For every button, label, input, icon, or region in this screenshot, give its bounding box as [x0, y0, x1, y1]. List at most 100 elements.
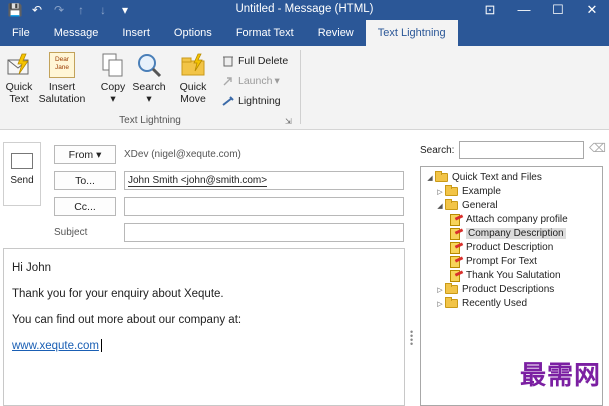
tree-item-company-description[interactable]: Company Description	[449, 227, 566, 240]
expand-arrow-icon[interactable]: ▷	[435, 286, 445, 294]
subject-field[interactable]	[124, 223, 404, 242]
arrow-up-icon[interactable]: ↑	[70, 3, 92, 17]
tree-node-label: Example	[462, 186, 501, 197]
salutation-icon: Dear Jane	[49, 52, 75, 78]
quick-access-toolbar: 💾 ↶ ↷ ↑ ↓ ▾	[4, 3, 136, 17]
quick-move-button[interactable]: Quick Move	[174, 52, 212, 105]
quick-text-item-icon	[449, 270, 463, 282]
minimize-button[interactable]: —	[507, 0, 541, 20]
insert-salutation-button[interactable]: Dear Jane Insert Salutation	[36, 52, 88, 105]
tree-node-recently-used[interactable]: ▷ Recently Used	[435, 297, 527, 310]
from-button[interactable]: From ▾	[54, 145, 116, 164]
delete-icon	[223, 56, 233, 67]
cc-field[interactable]	[124, 197, 404, 216]
cc-button[interactable]: Cc...	[54, 197, 116, 216]
send-envelope-icon	[11, 153, 33, 169]
to-button[interactable]: To...	[54, 171, 116, 190]
tree-item-thank-you-salutation[interactable]: Thank You Salutation	[449, 269, 561, 282]
dialog-launcher-icon[interactable]: ⇲	[285, 117, 292, 126]
launch-icon	[223, 77, 232, 86]
tab-format-text[interactable]: Format Text	[224, 20, 306, 46]
from-value: XDev (nigel@xequte.com)	[124, 149, 241, 160]
copy-label: Copy	[100, 81, 126, 93]
tree-node-general[interactable]: ◢ General	[435, 199, 498, 212]
body-greeting: Hi John	[12, 262, 51, 274]
save-icon[interactable]: 💾	[4, 3, 26, 17]
folder-icon	[435, 171, 448, 182]
text-caret	[100, 339, 102, 353]
title-bar: 💾 ↶ ↷ ↑ ↓ ▾ Untitled - Message (HTML) ⊡ …	[0, 0, 609, 20]
quick-text-item-icon	[449, 214, 463, 226]
tree-node-label: Quick Text and Files	[452, 172, 542, 183]
body-link[interactable]: www.xequte.com	[12, 340, 99, 352]
tab-review[interactable]: Review	[306, 20, 366, 46]
customize-qat-icon[interactable]: ▾	[114, 3, 136, 17]
group-divider	[300, 50, 301, 124]
pane-search-label: Search:	[420, 145, 455, 156]
tree-node-quick-text-and-files[interactable]: ◢ Quick Text and Files	[425, 171, 542, 184]
quick-text-item-icon	[449, 242, 463, 254]
full-delete-button[interactable]: Full Delete	[221, 55, 288, 67]
tree-node-product-descriptions[interactable]: ▷ Product Descriptions	[435, 283, 554, 296]
quick-text-button[interactable]: Quick Text	[4, 52, 34, 105]
tree-item-label: Prompt For Text	[466, 256, 537, 267]
expand-arrow-icon[interactable]: ▷	[435, 188, 445, 196]
search-dropdown-icon[interactable]: ▾	[146, 93, 151, 105]
tree-item-attach-company-profile[interactable]: Attach company profile	[449, 213, 568, 226]
redo-icon[interactable]: ↷	[48, 3, 70, 17]
tab-message[interactable]: Message	[42, 20, 111, 46]
ribbon-tabs: File Message Insert Options Format Text …	[0, 20, 609, 46]
ribbon: Quick Text Dear Jane Insert Salutation C…	[0, 46, 609, 130]
body-line-1: Thank you for your enquiry about Xequte.	[12, 288, 224, 300]
tree-node-label: General	[462, 200, 498, 211]
tab-text-lightning[interactable]: Text Lightning	[365, 20, 458, 46]
subject-label: Subject	[54, 227, 88, 238]
tree-item-label: Thank You Salutation	[466, 270, 561, 281]
quick-move-label: Quick Move	[179, 81, 207, 105]
send-label: Send	[10, 175, 34, 186]
body-line-2: You can find out more about our company …	[12, 314, 242, 326]
quick-move-icon	[181, 53, 205, 76]
launch-dropdown-icon[interactable]: ▾	[274, 75, 279, 87]
undo-icon[interactable]: ↶	[26, 3, 48, 17]
quick-text-item-icon	[449, 228, 463, 240]
expand-arrow-icon[interactable]: ▷	[435, 300, 445, 308]
close-button[interactable]: ✕	[575, 0, 609, 20]
folder-icon	[445, 297, 458, 308]
tree-item-product-description[interactable]: Product Description	[449, 241, 553, 254]
quick-text-item-icon	[449, 256, 463, 268]
collapse-arrow-icon[interactable]: ◢	[425, 174, 435, 182]
launch-button[interactable]: Launch ▾	[221, 75, 280, 87]
search-label: Search	[132, 81, 166, 93]
search-button[interactable]: Search ▾	[131, 52, 167, 105]
folder-icon	[445, 185, 458, 196]
tree-item-prompt-for-text[interactable]: Prompt For Text	[449, 255, 537, 268]
arrow-down-icon[interactable]: ↓	[92, 3, 114, 17]
collapse-arrow-icon[interactable]: ◢	[435, 202, 445, 210]
copy-icon	[102, 53, 123, 77]
lightning-button[interactable]: Lightning	[221, 95, 281, 107]
tab-insert[interactable]: Insert	[110, 20, 162, 46]
lightning-icon	[222, 96, 234, 106]
eraser-icon[interactable]: ⌫	[589, 141, 606, 155]
folder-icon	[445, 283, 458, 294]
to-field[interactable]: John Smith <john@smith.com>	[124, 171, 404, 190]
message-body[interactable]: Hi John Thank you for your enquiry about…	[3, 248, 405, 406]
copy-dropdown-icon[interactable]: ▾	[110, 93, 115, 105]
tree-item-label: Product Description	[466, 242, 554, 253]
launch-label: Launch	[238, 75, 273, 87]
copy-button[interactable]: Copy ▾	[96, 52, 130, 105]
pane-search-input[interactable]	[459, 141, 584, 159]
recipient-chip[interactable]: John Smith <john@smith.com>	[128, 175, 268, 187]
tab-options[interactable]: Options	[162, 20, 224, 46]
tab-file[interactable]: File	[0, 20, 42, 46]
window-controls: ⊡ — ☐ ✕	[473, 0, 609, 20]
restore-button[interactable]: ☐	[541, 0, 575, 20]
lightning-label: Lightning	[238, 95, 281, 107]
ribbon-display-options-icon[interactable]: ⊡	[473, 0, 507, 20]
quick-text-label: Quick Text	[5, 81, 33, 105]
tree-node-example[interactable]: ▷ Example	[435, 185, 501, 198]
tree-item-label: Company Description	[466, 228, 566, 239]
pane-splitter[interactable]: • • • •	[410, 328, 413, 349]
send-button[interactable]: Send	[3, 142, 41, 206]
